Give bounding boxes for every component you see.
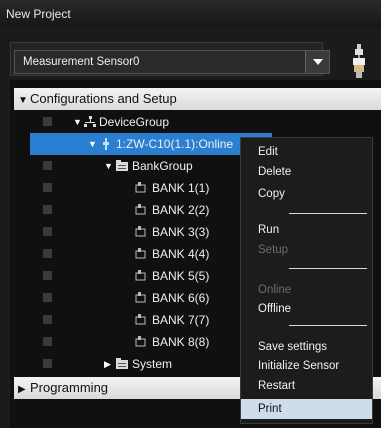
tree-item-label: BANK 8(8): [152, 335, 210, 349]
sensor-select-value: Measurement Sensor0: [23, 56, 140, 68]
project-window: New Project Measurement Sensor0 ▼ Configu…: [0, 0, 381, 428]
tree-item-label: DeviceGroup: [99, 115, 170, 129]
tree-item-label: BankGroup: [132, 159, 193, 173]
bank-icon: [135, 270, 146, 281]
menu-separator: [289, 213, 367, 214]
tree-item-label: BANK 1(1): [152, 181, 210, 195]
section-configurations-label: Configurations and Setup: [30, 91, 177, 106]
triangle-right-icon[interactable]: ▶: [18, 379, 30, 401]
tree-marker: [43, 161, 52, 170]
tree-item-label: 1:ZW-C10(1.1):Online: [116, 137, 234, 151]
tree-marker: [43, 359, 52, 368]
menu-item-restart[interactable]: Restart: [258, 380, 295, 392]
triangle-right-icon[interactable]: ▶: [104, 353, 111, 375]
menu-item-setup: Setup: [258, 244, 289, 256]
menu-item-delete[interactable]: Delete: [258, 166, 291, 178]
folder-icon: [116, 160, 128, 171]
tree-item-label: BANK 2(2): [152, 203, 210, 217]
tree-marker: [43, 271, 52, 280]
tree-marker: [43, 293, 52, 302]
bank-icon: [135, 336, 146, 347]
tree-item-devicegroup[interactable]: ▼ DeviceGroup: [14, 111, 374, 133]
bank-icon: [135, 226, 146, 237]
menu-item-online: Online: [258, 284, 292, 296]
bank-icon: [135, 182, 146, 193]
bank-icon: [135, 204, 146, 215]
tree-marker: [43, 227, 52, 236]
tree-item-label: BANK 5(5): [152, 269, 210, 283]
chevron-down-icon[interactable]: [305, 51, 329, 73]
window-title: New Project: [0, 0, 381, 28]
folder-icon: [116, 358, 128, 369]
section-configurations-and-setup[interactable]: ▼ Configurations and Setup: [14, 88, 381, 110]
tree-marker: [43, 183, 52, 192]
triangle-down-icon[interactable]: ▼: [104, 155, 113, 177]
menu-item-copy[interactable]: Copy: [258, 188, 285, 200]
menu-item-run[interactable]: Run: [258, 224, 279, 236]
bank-icon: [135, 314, 146, 325]
context-menu: Edit Delete Copy Run Setup Online Offlin…: [240, 137, 373, 424]
tree-marker: [43, 205, 52, 214]
bank-icon: [135, 248, 146, 259]
section-programming-label: Programming: [30, 380, 109, 395]
menu-item-initialize-sensor[interactable]: Initialize Sensor: [258, 360, 339, 372]
triangle-down-icon[interactable]: ▼: [18, 90, 30, 112]
menu-item-offline[interactable]: Offline: [258, 303, 291, 315]
triangle-down-icon[interactable]: ▼: [73, 111, 82, 133]
tree-item-label: BANK 6(6): [152, 291, 210, 305]
menu-item-save-settings[interactable]: Save settings: [258, 341, 327, 353]
tree-item-device-online[interactable]: ▼ 1:ZW-C10(1.1):Online: [30, 133, 272, 155]
tree-item-label: BANK 3(3): [152, 225, 210, 239]
menu-item-edit[interactable]: Edit: [258, 146, 278, 158]
menu-separator: [289, 268, 367, 269]
tree-marker: [43, 249, 52, 258]
device-group-icon: [84, 116, 96, 127]
tree-marker: [43, 337, 52, 346]
triangle-down-icon[interactable]: ▼: [88, 133, 97, 155]
menu-item-print[interactable]: Print: [241, 399, 372, 419]
tree-item-label: BANK 4(4): [152, 247, 210, 261]
tree-item-label: System: [132, 357, 173, 371]
tree-marker: [43, 315, 52, 324]
tree-marker: [43, 117, 52, 126]
sensor-icon: [103, 138, 109, 150]
sensor-device-icon[interactable]: [348, 44, 370, 78]
bank-icon: [135, 292, 146, 303]
menu-separator: [289, 325, 367, 326]
tree-item-label: BANK 7(7): [152, 313, 210, 327]
sensor-select[interactable]: Measurement Sensor0: [14, 50, 330, 74]
